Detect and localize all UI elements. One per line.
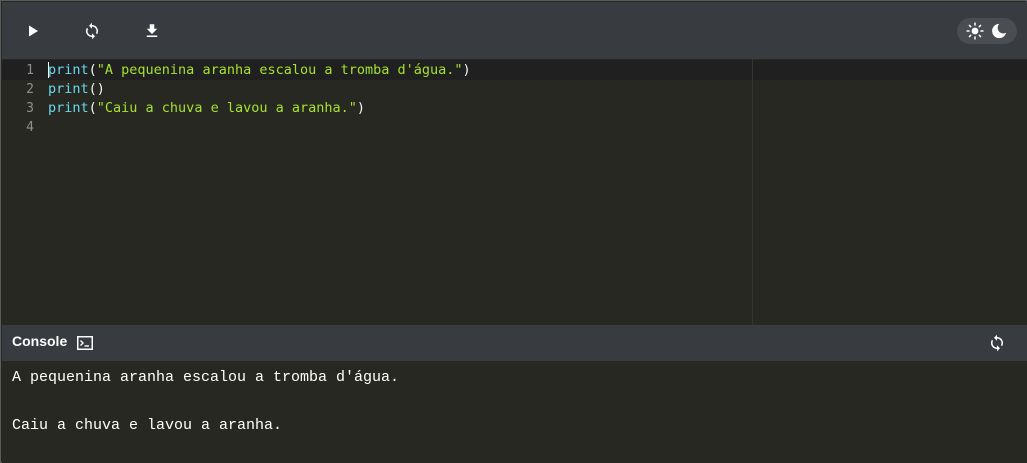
line-number: 2 xyxy=(26,82,34,97)
console-output-line: Caiu a chuva e lavou a aranha. xyxy=(12,417,283,434)
download-button[interactable] xyxy=(140,19,164,43)
line-number-gutter: 1 2 3 4 xyxy=(2,59,42,325)
download-icon xyxy=(146,24,158,37)
app-frame: 1234 print("A pequenina aranha escalou a… xyxy=(0,0,1027,463)
line-number: 3 xyxy=(26,101,34,116)
print-margin xyxy=(752,59,753,325)
console-title: Console xyxy=(12,333,68,349)
code-token: ( xyxy=(88,100,97,116)
code-token: ) xyxy=(356,100,366,116)
sun-icon[interactable] xyxy=(966,22,984,40)
code-token: ( xyxy=(88,62,97,78)
console-reset-button[interactable] xyxy=(988,334,1006,352)
run-button[interactable] xyxy=(21,19,45,43)
console-header: Console xyxy=(2,325,1027,361)
console-output-line: A pequenina aranha escalou a tromba d'ág… xyxy=(12,369,400,386)
console-output: A pequenina aranha escalou a tromba d'ág… xyxy=(2,361,1027,463)
code-line: print("A pequenina aranha escalou a trom… xyxy=(48,61,471,80)
code-token: print xyxy=(48,62,89,78)
code-token: () xyxy=(88,81,105,97)
code-token: "A pequenina aranha escalou a tromba d'á… xyxy=(96,62,463,78)
moon-icon[interactable] xyxy=(990,22,1008,40)
code-token: ) xyxy=(462,62,471,78)
reset-code-button[interactable] xyxy=(80,19,104,43)
theme-toggle[interactable] xyxy=(957,18,1017,44)
text-cursor xyxy=(48,62,49,78)
code-token: "Caiu a chuva e lavou a aranha." xyxy=(96,100,357,116)
terminal-icon xyxy=(77,336,93,350)
refresh-icon xyxy=(991,334,1003,352)
refresh-icon xyxy=(86,22,98,40)
code-editor[interactable]: 1234 print("A pequenina aranha escalou a… xyxy=(2,59,1027,325)
play-icon xyxy=(29,25,38,37)
code-token: print xyxy=(48,100,89,116)
line-number: 4 xyxy=(26,120,34,135)
code-token: print xyxy=(48,81,89,97)
line-number: 1 xyxy=(26,63,34,78)
code-line: print("Caiu a chuva e lavou a aranha.") xyxy=(48,99,365,118)
toolbar xyxy=(2,2,1027,59)
code-line: print() xyxy=(48,80,105,99)
